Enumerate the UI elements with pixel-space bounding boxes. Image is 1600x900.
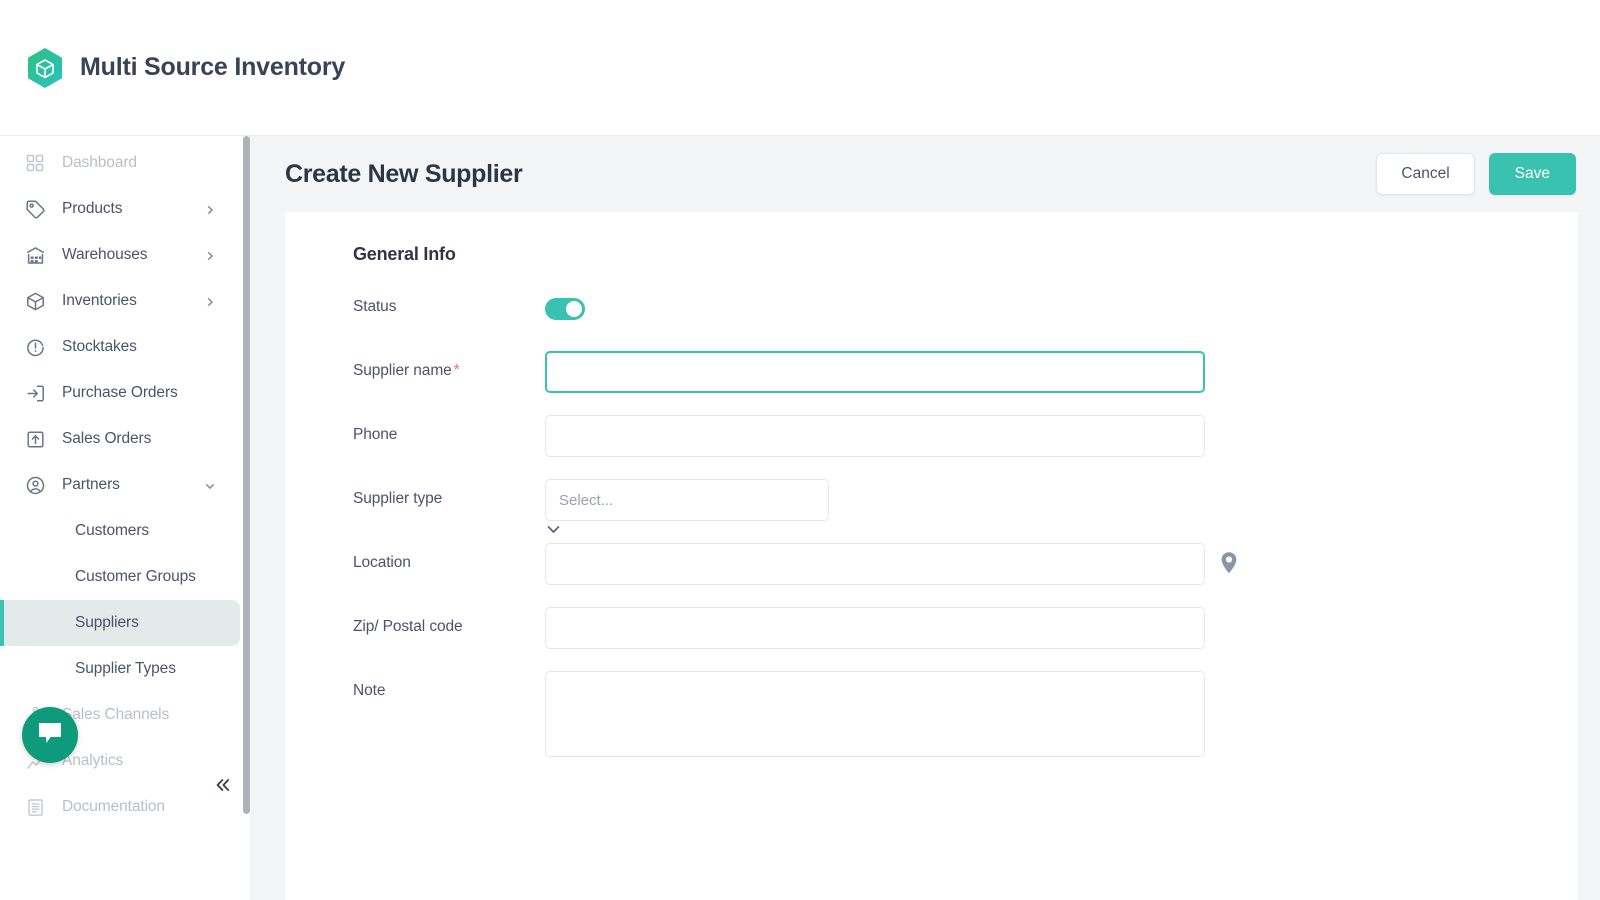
sidebar-subitem-label: Customer Groups (75, 568, 196, 585)
map-pin-icon[interactable] (1219, 551, 1239, 580)
sidebar-item-label: Warehouses (62, 246, 148, 263)
sidebar-item-label: Inventories (62, 292, 137, 309)
sidebar-item-label: Sales Orders (62, 430, 152, 447)
sidebar-item-purchase-orders[interactable]: Purchase Orders (0, 370, 240, 416)
sidebar-item-customer-groups[interactable]: Customer Groups (0, 554, 240, 600)
note-textarea[interactable] (545, 671, 1205, 757)
toggle-knob (566, 301, 582, 317)
sidebar-item-label: Partners (62, 476, 120, 493)
sidebar-subitem-label: Supplier Types (75, 660, 176, 677)
chevron-right-icon (204, 203, 216, 215)
header-actions: Cancel Save (1376, 153, 1576, 195)
field-row-location: Location (353, 543, 1578, 585)
box-icon (24, 290, 46, 312)
save-button[interactable]: Save (1488, 153, 1576, 195)
chevron-right-icon (204, 249, 216, 261)
sidebar-collapse-button[interactable] (208, 772, 238, 802)
supplier-type-select[interactable]: Select... (545, 479, 829, 521)
sidebar-item-customers[interactable]: Customers (0, 508, 240, 554)
field-row-phone: Phone (353, 415, 1578, 457)
phone-label: Phone (353, 426, 398, 443)
page-header: Create New Supplier Cancel Save (250, 136, 1600, 212)
status-toggle[interactable] (545, 298, 585, 320)
supplier-type-label: Supplier type (353, 490, 443, 507)
sidebar-item-label: Dashboard (62, 154, 137, 171)
tag-icon (24, 198, 46, 220)
sidebar-item-label: Products (62, 200, 123, 217)
sidebar-item-label: Analytics (62, 752, 124, 769)
sidebar-item-products[interactable]: Products (0, 186, 240, 232)
supplier-name-label: Supplier name * (353, 351, 545, 380)
sidebar-item-stocktakes[interactable]: Stocktakes (0, 324, 240, 370)
app-header: Multi Source Inventory (0, 0, 1600, 136)
sidebar-scrollbar[interactable] (243, 136, 250, 814)
grid-icon (24, 152, 46, 174)
sidebar-item-label: Documentation (62, 798, 165, 815)
cancel-button[interactable]: Cancel (1376, 153, 1475, 195)
location-label: Location (353, 554, 411, 571)
warehouse-icon (24, 244, 46, 266)
note-label: Note (353, 682, 386, 699)
phone-input[interactable] (545, 415, 1205, 457)
arrow-in-icon (24, 382, 46, 404)
sidebar-item-inventories[interactable]: Inventories (0, 278, 240, 324)
zip-input[interactable] (545, 607, 1205, 649)
field-row-supplier-type: Supplier type Select... (353, 479, 1578, 533)
chat-bubble-icon (36, 720, 64, 751)
sidebar: Dashboard Products Warehouses Inventorie… (0, 136, 240, 900)
main-content: Create New Supplier Cancel Save General … (250, 136, 1600, 900)
app-title: Multi Source Inventory (80, 53, 346, 81)
supplier-name-input[interactable] (545, 351, 1205, 393)
sidebar-item-documentation[interactable]: Documentation (0, 784, 240, 830)
supplier-form: Status Supplier name * Phone Supplier ty… (285, 265, 1578, 757)
sidebar-subitem-label: Customers (75, 522, 150, 539)
sidebar-item-dashboard[interactable]: Dashboard (0, 140, 240, 186)
arrow-out-icon (24, 428, 46, 450)
sidebar-item-partners[interactable]: Partners (0, 462, 240, 508)
sidebar-item-label: Sales Channels (62, 706, 170, 723)
field-row-note: Note (353, 671, 1578, 757)
field-row-status: Status (353, 287, 1578, 329)
sidebar-item-suppliers[interactable]: Suppliers (0, 600, 240, 646)
clipboard-check-icon (24, 336, 46, 358)
sidebar-item-warehouses[interactable]: Warehouses (0, 232, 240, 278)
supplier-type-placeholder: Select... (559, 491, 614, 509)
supplier-name-label-text: Supplier name (353, 362, 452, 379)
page-title: Create New Supplier (285, 159, 523, 188)
form-card: General Info Status Supplier name * Phon… (285, 212, 1578, 900)
document-icon (24, 796, 46, 818)
chevron-double-left-icon (213, 775, 233, 800)
field-row-zip: Zip/ Postal code (353, 607, 1578, 649)
sidebar-item-supplier-types[interactable]: Supplier Types (0, 646, 240, 692)
sidebar-item-label: Stocktakes (62, 338, 137, 355)
status-label: Status (353, 298, 397, 315)
section-title-general-info: General Info (353, 244, 456, 264)
chevron-down-icon (204, 479, 216, 491)
field-row-supplier-name: Supplier name * (353, 351, 1578, 393)
app-root: Multi Source Inventory Dashboard Product… (0, 0, 1600, 900)
sidebar-item-label: Purchase Orders (62, 384, 178, 401)
sidebar-item-sales-orders[interactable]: Sales Orders (0, 416, 240, 462)
required-asterisk: * (453, 362, 460, 379)
cube-hexagon-logo-icon (28, 47, 62, 88)
chat-fab-button[interactable] (22, 707, 78, 763)
user-circle-icon (24, 474, 46, 496)
sidebar-subitem-label: Suppliers (75, 614, 139, 631)
chevron-down-icon (545, 521, 562, 538)
brand[interactable]: Multi Source Inventory (26, 47, 345, 89)
zip-label: Zip/ Postal code (353, 618, 463, 635)
location-input[interactable] (545, 543, 1205, 585)
chevron-right-icon (204, 295, 216, 307)
